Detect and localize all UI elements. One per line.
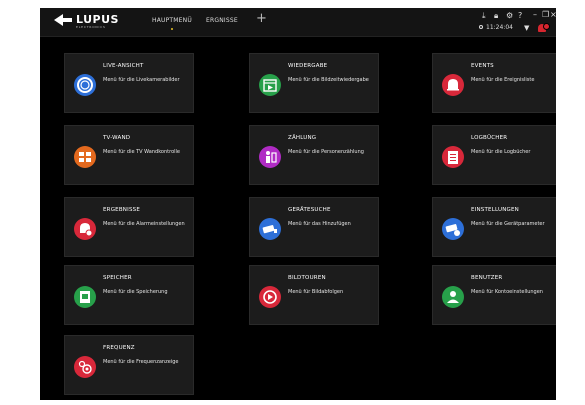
menu-tile-events[interactable]: EVENTS Menü für die Ereignisliste [432,53,556,113]
sequence-icon [259,286,281,308]
menu-tile-title: TV-WAND [103,135,131,141]
menu-tile-title: ERGEBNISSE [103,207,141,213]
maximize-icon[interactable]: ❐ [542,11,549,19]
user-icon [442,286,464,308]
menu-tile-einstellungen[interactable]: EINSTELLUNGEN Menü für die Gerätparameter [432,197,556,257]
menu-tile-benutzer[interactable]: BENUTZER Menü für Kontoeinstellungen [432,265,556,325]
menu-tile-title: GERÄTESUCHE [288,207,331,213]
menu-tile-description: Menü für die Gerätparameter [471,221,545,227]
frequency-icon [74,356,96,378]
menu-tile-geraetesuche[interactable]: GERÄTESUCHE Menü für das Hinzufügen [249,197,379,257]
menu-tile-frequenz[interactable]: FREQUENZ Menü für die Frequenzanzeige [64,335,194,395]
menu-tile-description: Menü für die Frequenzanzeige [103,359,179,365]
people-count-icon [259,146,281,168]
menu-tile-zaehlung[interactable]: ZÄHLUNG Menü für die Personenzählung [249,125,379,185]
menu-tile-title: BILDTOUREN [288,275,326,281]
menu-tile-title: LIVE-ANSICHT [103,63,144,69]
menu-tile-title: ZÄHLUNG [288,135,317,141]
alarm-bell-icon[interactable] [538,23,550,33]
lupus-wolf-icon [54,14,72,26]
menu-tile-description: Menü für die Logbücher [471,149,531,155]
logo-subtext: ELECTRONICS [76,25,106,29]
menu-tile-title: WIEDERGABE [288,63,328,69]
menu-tile-title: EINSTELLUNGEN [471,207,519,213]
menu-tile-bildtouren[interactable]: BILDTOUREN Menü für Bildabfolgen [249,265,379,325]
menu-tile-title: LOGBÜCHER [471,135,508,141]
playback-calendar-icon [259,74,281,96]
menu-tile-description: Menü für die TV Wandkontrolle [103,149,180,155]
menu-tile-title: EVENTS [471,63,494,69]
tab-hauptmenu[interactable]: HAUPTMENÜ [152,17,192,30]
alarm-badge [543,23,550,30]
device-search-icon [259,218,281,240]
help-icon[interactable]: ? [518,12,522,20]
logo-text: LUPUS [76,13,119,26]
close-icon[interactable]: × [550,11,556,19]
menu-tile-description: Menü für die Ereignisliste [471,77,535,83]
menu-tile-description: Menü für die Bildzeitwiedergabe [288,77,369,83]
menu-tile-speicher[interactable]: SPEICHER Menü für die Speicherung [64,265,194,325]
camera-settings-icon [442,218,464,240]
menu-tile-description: Menü für die Livekamerabilder [103,77,180,83]
menu-tile-ergebnisse[interactable]: ERGEBNISSE Menü für die Alarmeinstellunge… [64,197,194,257]
menu-tile-description: Menü für die Alarmeinstellungen [103,221,185,227]
lupus-logo: LUPUS ELECTRONICS [54,14,119,29]
storage-icon [74,286,96,308]
add-tab-icon[interactable]: + [256,12,267,25]
menu-tile-description: Menü für die Personenzählung [288,149,364,155]
clock-icon [479,25,483,29]
camera-lens-icon [74,74,96,96]
menu-tile-tv-wand[interactable]: TV-WAND Menü für die TV Wandkontrolle [64,125,194,185]
bell-icon [442,74,464,96]
top-bar: LUPUS ELECTRONICS HAUPTMENÜ ERGNISSE + ⤓… [40,8,556,37]
person-icon[interactable]: ⤓ [482,12,486,20]
menu-tile-description: Menü für die Speicherung [103,289,168,295]
menu-tile-title: FREQUENZ [103,345,135,351]
minimize-icon[interactable]: – [533,11,537,19]
menu-tile-live-ansicht[interactable]: LIVE-ANSICHT Menü für die Livekamerabilde… [64,53,194,113]
alarm-settings-icon [74,218,96,240]
clock: 11:24:04 [479,25,513,31]
menu-tile-title: BENUTZER [471,275,503,281]
lock-icon[interactable]: 🔒︎ [494,12,498,20]
clipboard-icon [442,146,464,168]
menu-tile-description: Menü für Kontoeinstellungen [471,289,543,295]
app-window: LUPUS ELECTRONICS HAUPTMENÜ ERGNISSE + ⤓… [40,8,556,400]
menu-tile-title: SPEICHER [103,275,132,281]
menu-tile-logbuecher[interactable]: LOGBÜCHER Menü für die Logbücher [432,125,556,185]
menu-tile-description: Menü für das Hinzufügen [288,221,351,227]
tv-wall-icon [74,146,96,168]
menu-tile-wiedergabe[interactable]: WIEDERGABE Menü für die Bildzeitwiedergab… [249,53,379,113]
tab-ereignisse[interactable]: ERGNISSE [206,17,238,24]
clock-time: 11:24:04 [486,24,513,31]
menu-tile-description: Menü für Bildabfolgen [288,289,344,295]
network-icon[interactable]: ▼ [524,25,529,32]
gear-icon[interactable]: ⚙ [506,12,513,20]
